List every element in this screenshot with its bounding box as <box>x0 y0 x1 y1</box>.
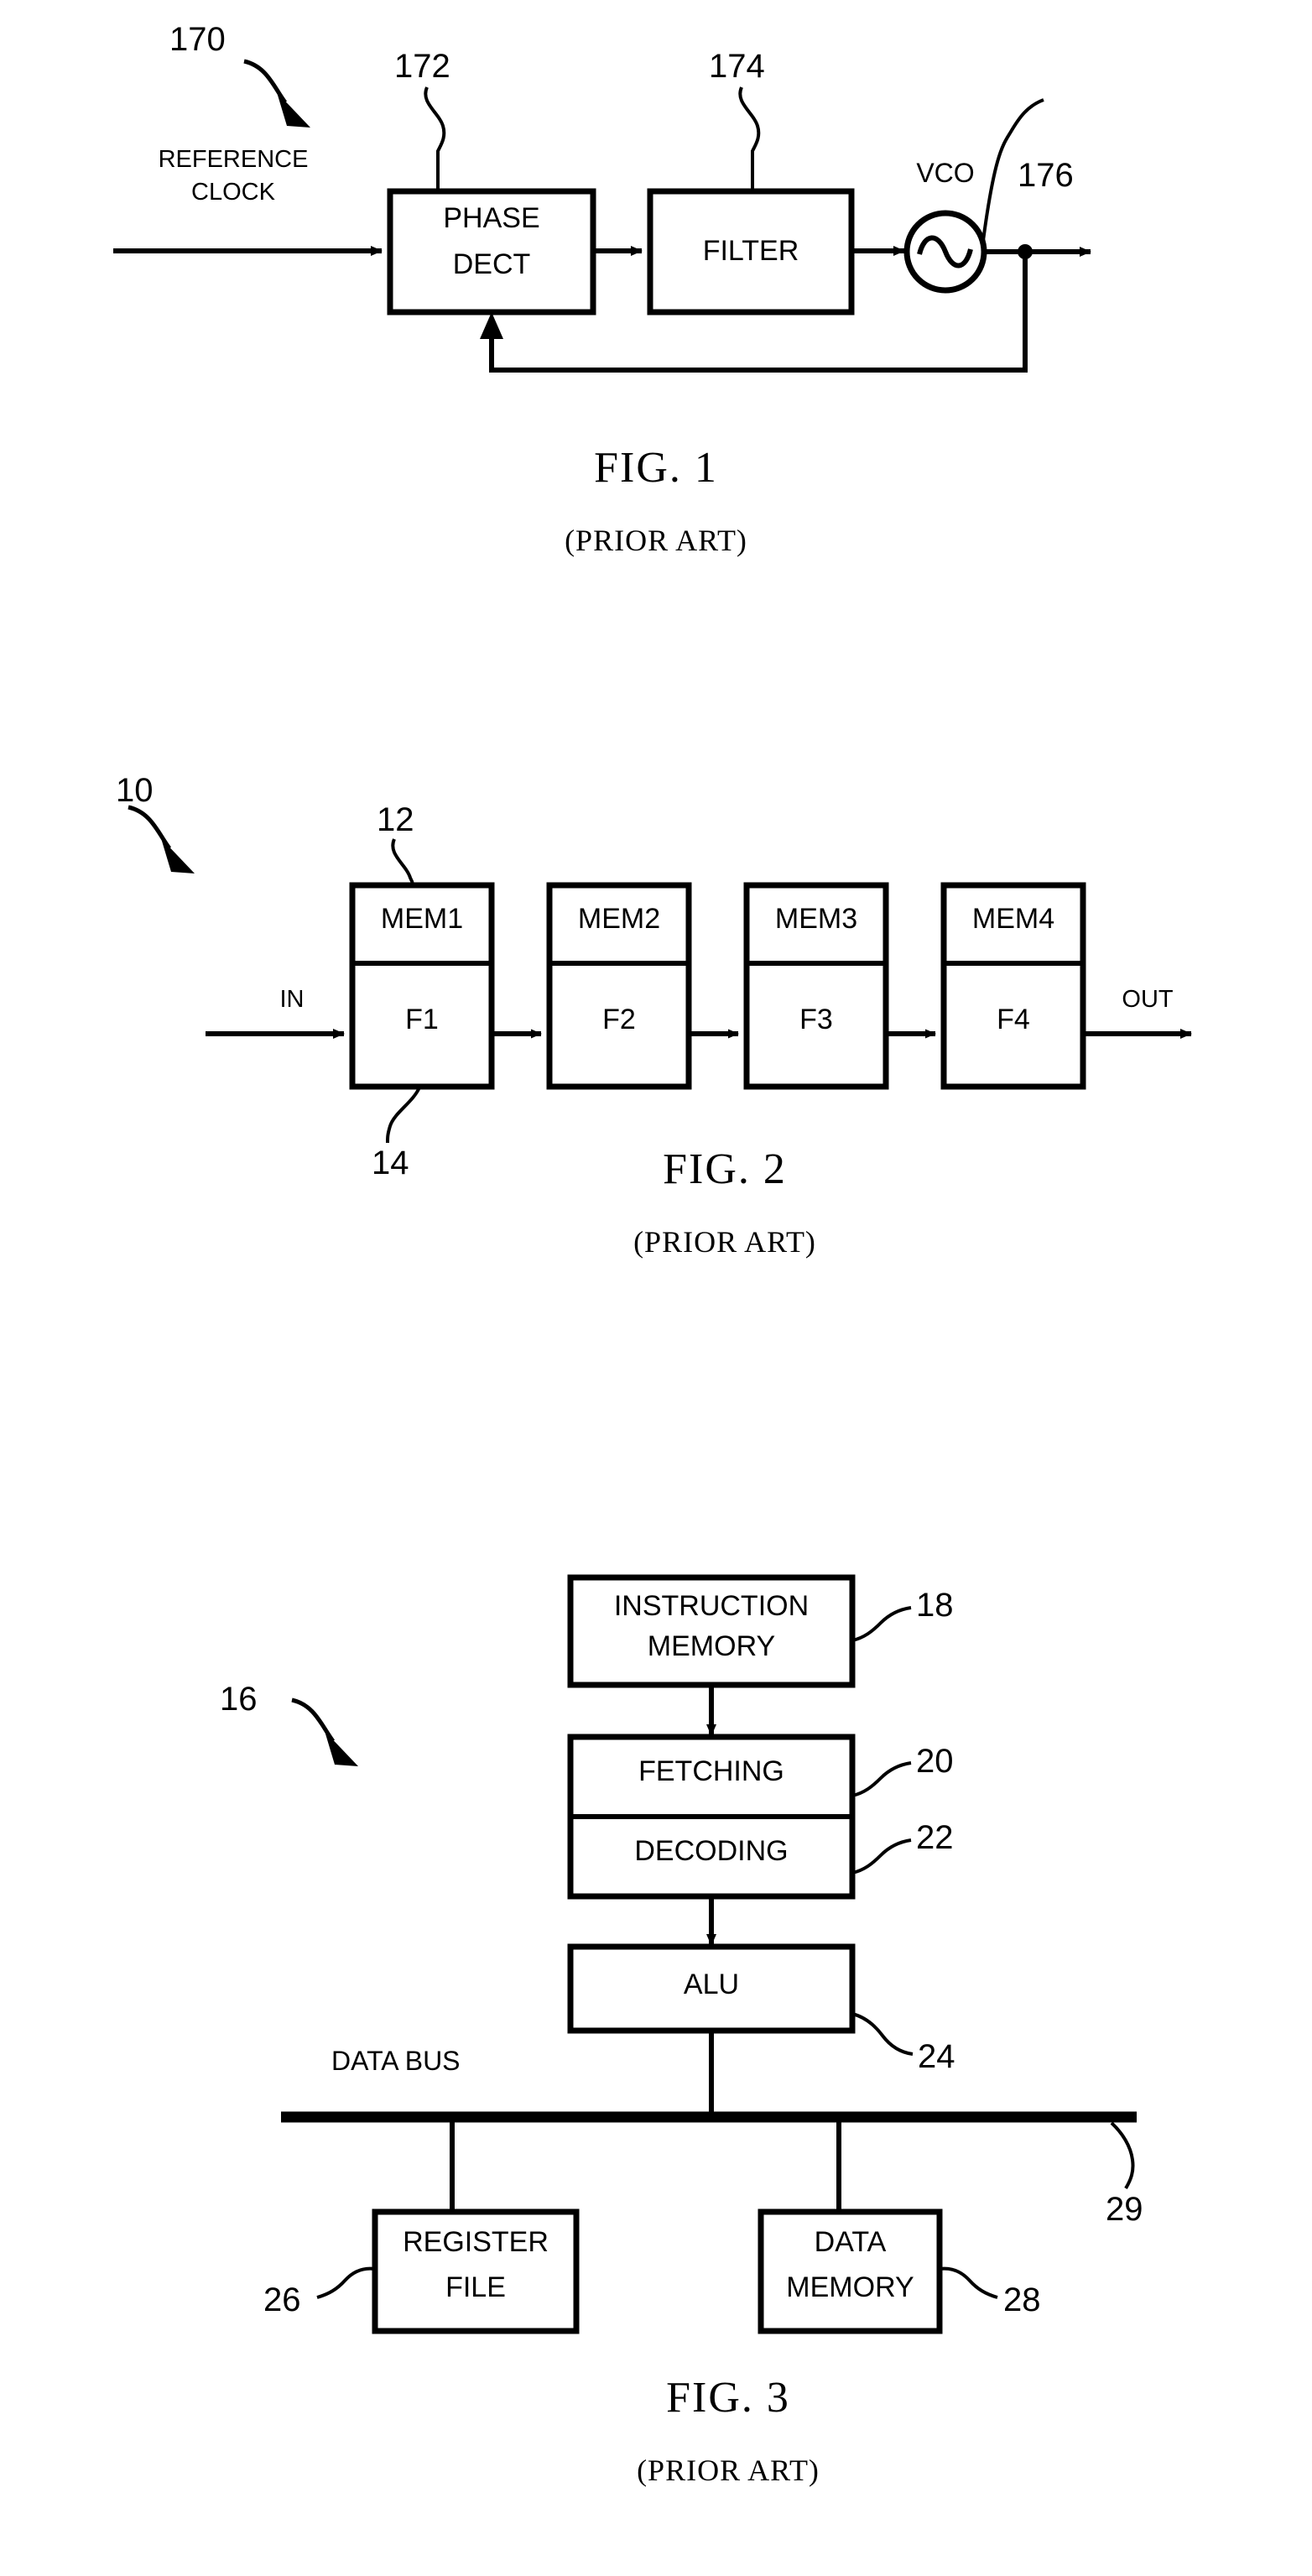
fig3-decoding-label: DECODING <box>634 1835 789 1867</box>
fig2-ref-10: 10 <box>116 772 154 809</box>
fig3-ref-16: 16 <box>220 1681 258 1718</box>
fig2-stage-3-func-label: F3 <box>799 1004 833 1035</box>
fig2-caption: FIG. 2 (PRIOR ART) <box>557 1114 893 1290</box>
fig2-input-label: IN <box>279 986 305 1013</box>
fig3-lead-26 <box>316 2266 376 2299</box>
fig1-block-filter-label: FILTER <box>702 235 799 267</box>
fig3-caption: FIG. 3 (PRIOR ART) <box>560 2343 896 2518</box>
fig2-stage-3-mem-label: MEM3 <box>774 903 858 935</box>
fig2-stage-4-func-label: F4 <box>997 1004 1030 1035</box>
fig1-assembly-pointer <box>243 59 310 128</box>
fig1-lead-172 <box>424 86 446 191</box>
fig3-data-memory-label-1: DATA <box>814 2226 887 2258</box>
patent-drawing-sheet: 170 REFERENCE CLOCK 172 PHASE DECT 174 F… <box>0 0 1312 2576</box>
fig3-ref-18: 18 <box>916 1587 954 1624</box>
fig3-data-bus-label: DATA BUS <box>331 2046 461 2076</box>
fig3-ref-26: 26 <box>263 2281 301 2318</box>
fig2-stage-4-mem-label: MEM4 <box>971 903 1055 935</box>
fig3-lead-24 <box>851 2012 914 2056</box>
fig2-stage-1-mem-label: MEM1 <box>380 903 464 935</box>
fig1-block-vco-label: VCO <box>916 158 975 188</box>
fig3-lead-20 <box>851 1761 912 1797</box>
fig3-alu-label: ALU <box>683 1969 740 2000</box>
fig1-caption-subtitle: (PRIOR ART) <box>565 524 747 557</box>
fig1-ref-170: 170 <box>169 21 226 58</box>
fig2-ref-14: 14 <box>372 1145 409 1181</box>
fig3-lead-18 <box>851 1606 912 1642</box>
fig3-instruction-memory-label-2: MEMORY <box>647 1630 776 1662</box>
fig1-input-label-line2: CLOCK <box>191 179 275 206</box>
fig3-ref-28: 28 <box>1003 2281 1041 2318</box>
fig3-ref-24: 24 <box>918 2038 955 2075</box>
fig1-caption: FIG. 1 (PRIOR ART) <box>488 413 824 588</box>
fig1-input-label-line1: REFERENCE <box>158 146 309 173</box>
fig2-assembly-pointer <box>128 805 195 873</box>
fig3-ref-20: 20 <box>916 1743 954 1780</box>
fig2-lead-12 <box>391 838 414 886</box>
fig2-output-label: OUT <box>1122 986 1174 1013</box>
fig2-caption-title: FIG. 2 <box>663 1145 787 1193</box>
fig1-block-vco <box>903 210 987 294</box>
fig3-register-file-label-1: REGISTER <box>403 2226 549 2258</box>
fig3-ref-22: 22 <box>916 1819 954 1856</box>
fig1-lead-174 <box>738 86 761 191</box>
fig3-instruction-memory-label-1: INSTRUCTION <box>613 1590 810 1622</box>
fig2-lead-14 <box>386 1087 421 1144</box>
fig1-ref-174: 174 <box>709 48 765 85</box>
fig3-caption-title: FIG. 3 <box>666 2374 790 2422</box>
fig1-block-phase-dect-label-2: DECT <box>452 248 531 280</box>
fig2-caption-subtitle: (PRIOR ART) <box>633 1225 816 1259</box>
fig3-lead-22 <box>851 1838 912 1875</box>
fig2-stage-2-mem-label: MEM2 <box>577 903 661 935</box>
fig1-caption-title: FIG. 1 <box>594 444 718 492</box>
fig1-ref-176: 176 <box>1018 157 1074 194</box>
fig3-caption-subtitle: (PRIOR ART) <box>637 2453 820 2487</box>
fig3-data-memory-label-2: MEMORY <box>786 2271 914 2303</box>
fig2-stage-1-func-label: F1 <box>405 1004 439 1035</box>
fig3-lead-29 <box>1110 2121 1135 2190</box>
fig3-assembly-pointer <box>291 1697 358 1766</box>
fig3-lead-28 <box>939 2266 998 2299</box>
fig1-ref-172: 172 <box>394 48 450 85</box>
fig1-block-phase-dect-label-1: PHASE <box>443 202 540 234</box>
fig3-register-file-label-2: FILE <box>445 2271 506 2303</box>
fig2-ref-12: 12 <box>377 801 414 838</box>
fig3-fetching-label: FETCHING <box>638 1755 784 1787</box>
fig2-stage-2-func-label: F2 <box>602 1004 636 1035</box>
fig3-ref-29: 29 <box>1106 2191 1143 2228</box>
